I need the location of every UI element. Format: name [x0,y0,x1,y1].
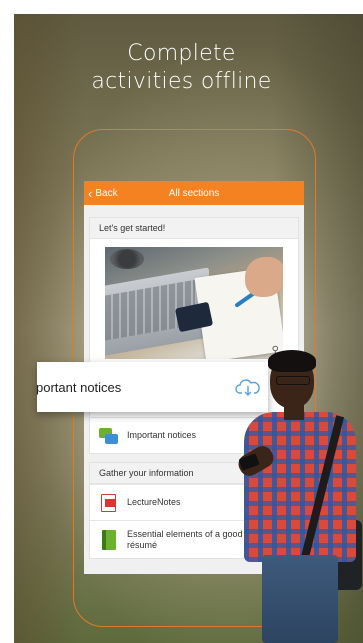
pdf-icon [98,492,120,514]
hand-shape [245,257,283,297]
section-banner-image[interactable]: ⚲ [105,247,283,359]
chevron-left-icon: ‹ [88,185,93,201]
headline-line-1: Complete [127,41,236,66]
coffee-cup-shape [110,249,144,269]
chat-icon [98,425,120,447]
person-illustration [232,350,363,643]
back-label: Back [95,187,118,199]
popup-label: portant notices [36,379,122,395]
app-top-bar: ‹ Back All sections [84,181,304,205]
headline: Complete activities offline [0,40,363,96]
back-button[interactable]: ‹ Back [88,181,118,205]
book-icon [98,529,120,551]
headline-line-2: activities offline [91,69,272,94]
section-header: Let's get started! [90,218,298,239]
